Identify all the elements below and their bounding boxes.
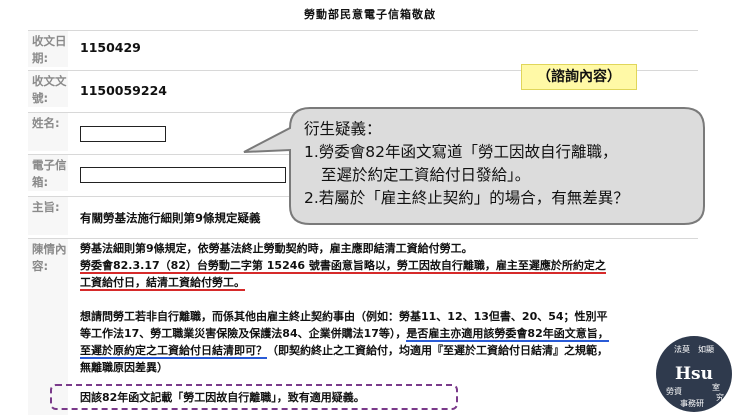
content-p2-line4: 無離職原因差異） [80, 361, 168, 374]
logo-top-left: 法莫 [674, 345, 690, 354]
content-p3: 因該82年函文記載「勞工因故自行離職」，致有適用疑義。 [80, 391, 365, 404]
content-p2-line2b: 是否雇主亦適用該勞委會82年函文意旨， [406, 327, 609, 342]
bubble-line-3: 2.若屬於「雇主終止契約」的場合，有無差異？ [304, 189, 629, 207]
bubble-text: 衍生疑義： 1.勞委會82年函文寫道「勞工因故自行離職， 至遲於約定工資給付日發… [304, 118, 699, 210]
firm-logo: 法莫 如顯 Hsu 勞資 室 究 事務研 [656, 336, 732, 412]
content-p1-line2: 勞委會82.3.17（82）台勞動二字第 15246 號書函意旨略以，勞工因故自… [80, 259, 606, 274]
content-p2-line1: 想請問勞工若非自行離職，而係其他由雇主終止契約事由（例如：勞基11、12、13但… [80, 310, 608, 323]
content-p1-line3: 工資給付日，結清工資給付勞工。 [80, 276, 245, 291]
bubble-heading: 衍生疑義： [304, 120, 382, 138]
content-body: 勞基法細則第9條規定，依勞基法終止勞動契約時，雇主應即結清工資給付勞工。 勞委會… [80, 240, 670, 376]
content-p1-line1: 勞基法細則第9條規定，依勞基法終止勞動契約時，雇主應即結清工資給付勞工。 [80, 242, 473, 255]
logo-top-right: 如顯 [698, 345, 714, 354]
logo-main: Hsu [675, 364, 713, 384]
logo-bottom-left: 勞資 [666, 387, 682, 396]
bubble-line-1: 1.勞委會82年函文寫道「勞工因故自行離職， [304, 143, 618, 161]
content-p2-line3b: （即契約終止之工資給付，均適用『至遲於工資給付日結清』之規範， [267, 344, 608, 357]
content-p2-line3a: 至遲於原約定之工資給付日結清即可？ [80, 344, 267, 359]
bubble-line-2: 至遲於約定工資給付日發給」。 [321, 166, 531, 184]
logo-bottom: 事務研 [680, 399, 704, 408]
content-p2-line2a: 等工作法17、勞工職業災害保險及保護法84、企業併購法17等）， [80, 327, 407, 340]
logo-bottom-right-2: 究 [716, 393, 724, 402]
